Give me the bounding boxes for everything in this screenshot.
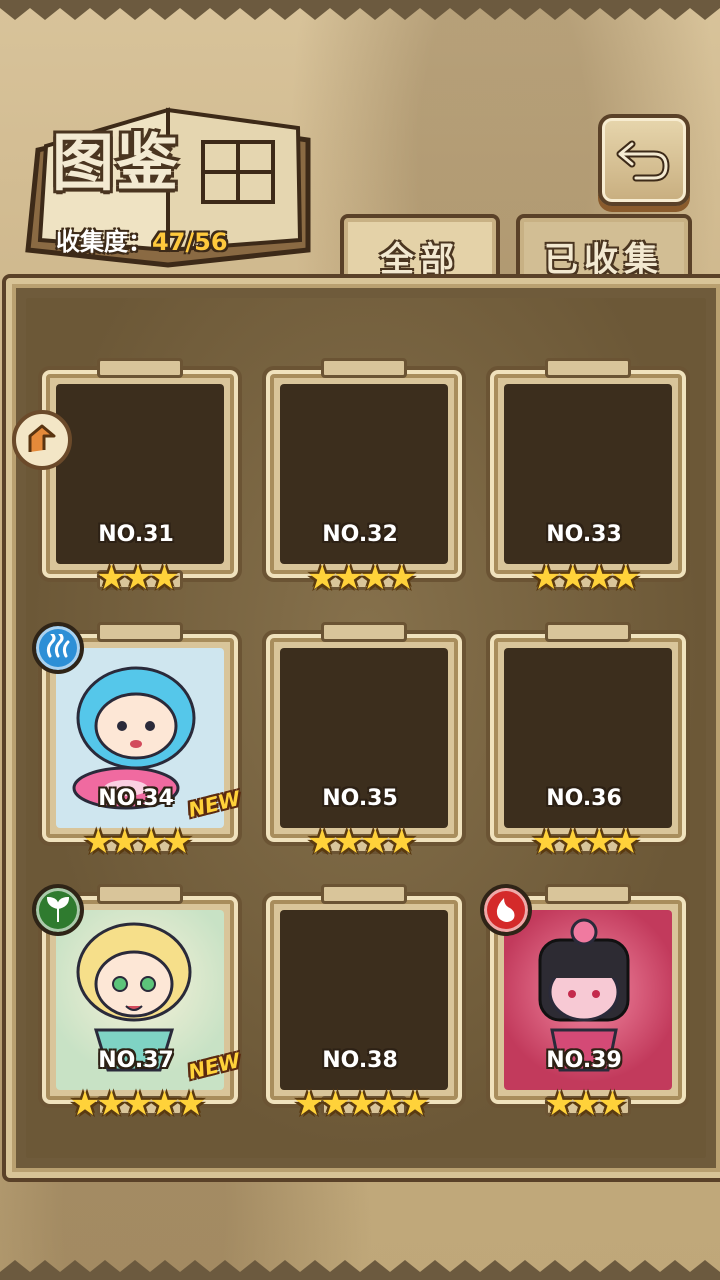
card-no-32[interactable]: NO.32 ★★★★ (262, 358, 466, 598)
card-no-36[interactable]: NO.36 ★★★★ (486, 622, 690, 862)
card-no-35[interactable]: NO.35 ★★★★ (262, 622, 466, 862)
collection-label: 收集度： (56, 228, 152, 256)
back-button[interactable] (598, 114, 690, 206)
card-frame (486, 622, 690, 854)
card-frame (262, 884, 466, 1116)
page-title: 图鉴 (52, 126, 181, 199)
card-no-38[interactable]: NO.38 ★★★★★ (262, 884, 466, 1124)
star-rating: ★★★★ (307, 822, 417, 862)
card-number: NO.36 (546, 786, 622, 811)
card-no-33[interactable]: NO.33 ★★★★ (486, 358, 690, 598)
star-rating: ★★★ (96, 558, 179, 598)
scroll-marker-button[interactable] (12, 410, 72, 470)
star-rating: ★★★★ (307, 558, 417, 598)
arrow-icon (28, 424, 56, 452)
card-frame (262, 358, 466, 590)
tab-all-label: 全部 (380, 240, 460, 280)
star-rating: ★★★★ (531, 558, 641, 598)
card-number: NO.31 (98, 522, 174, 547)
leaf-element-icon (32, 884, 84, 936)
star-rating: ★★★★★ (69, 1084, 206, 1124)
card-frame (262, 622, 466, 854)
star-rating: ★★★ (544, 1084, 627, 1124)
tab-all[interactable]: 全部 (340, 214, 500, 284)
collection-progress: 收集度：47/56 (56, 222, 228, 257)
top-border (0, 0, 720, 20)
star-rating: ★★★★ (531, 822, 641, 862)
card-frame (38, 358, 242, 590)
fire-element-icon (480, 884, 532, 936)
card-number: NO.39 (546, 1048, 622, 1073)
card-number: NO.33 (546, 522, 622, 547)
star-rating: ★★★★★ (293, 1084, 430, 1124)
tab-collected-label: 已收集 (544, 240, 664, 280)
card-number: NO.38 (322, 1048, 398, 1073)
card-no-31[interactable]: NO.31 ★★★ (38, 358, 242, 598)
star-rating: ★★★★ (83, 822, 193, 862)
card-number: NO.35 (322, 786, 398, 811)
bottom-border (0, 1260, 720, 1280)
collection-value: 47/56 (152, 228, 228, 256)
card-number: NO.32 (322, 522, 398, 547)
water-element-icon (32, 622, 84, 674)
card-frame (486, 358, 690, 590)
tab-collected[interactable]: 已收集 (516, 214, 692, 284)
return-icon (616, 140, 670, 182)
